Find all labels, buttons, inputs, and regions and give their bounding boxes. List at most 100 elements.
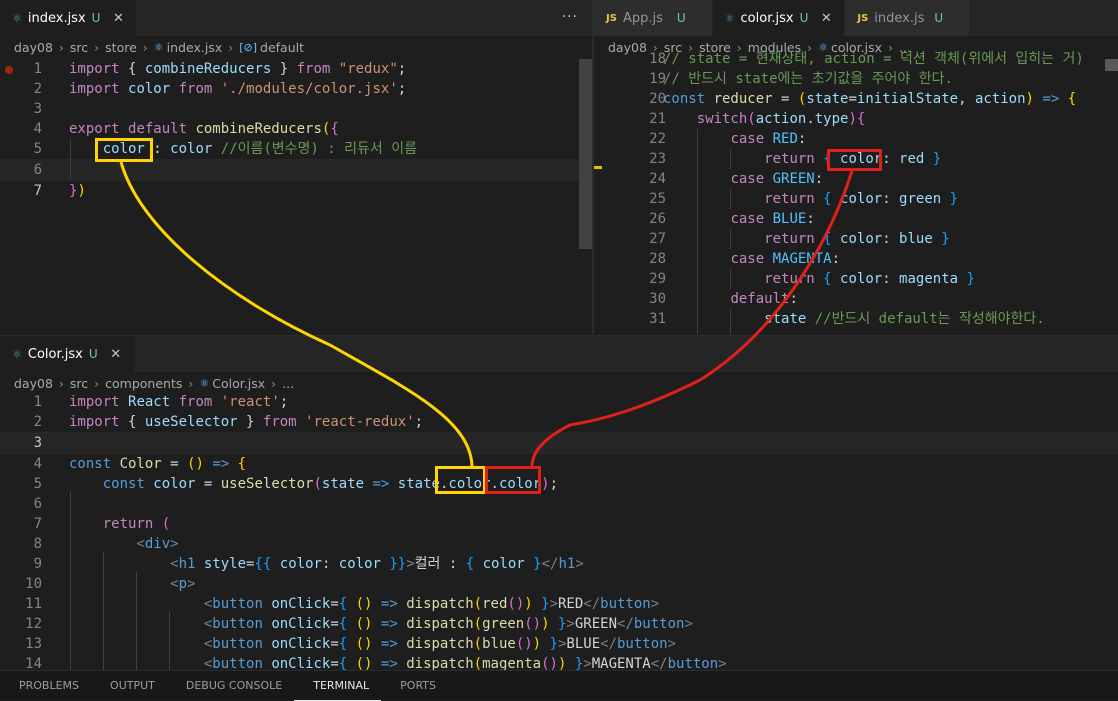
tab-bar-right: JS App.js U ⚛ color.jsx U ✕ JS index.js … — [594, 0, 1118, 36]
tab-ports[interactable]: PORTS — [381, 671, 448, 701]
code-token: } — [533, 556, 542, 572]
code-line[interactable]: 8 <div> — [0, 534, 1118, 554]
close-icon[interactable]: ✕ — [110, 11, 126, 26]
line-number: 3 — [33, 435, 42, 451]
breadcrumb-item[interactable]: ... — [282, 376, 294, 391]
tab-problems[interactable]: PROBLEMS — [0, 671, 91, 701]
line-number: 13 — [25, 636, 42, 652]
scrollbar[interactable] — [1105, 59, 1118, 71]
code-area[interactable]: 1 import { combineReducers } from "redux"… — [0, 59, 592, 201]
code-line[interactable]: 14 <button onClick={ () => dispatch(mage… — [0, 654, 1118, 671]
code-line[interactable]: 26 case BLUE: — [594, 209, 1118, 229]
code-line[interactable]: 5 const color = useSelector(state => sta… — [0, 474, 1118, 494]
code-text: case GREEN: — [663, 169, 823, 189]
code-line[interactable]: 21 switch(action.type){ — [594, 109, 1118, 129]
code-line[interactable]: 19// 반드시 state에는 초기값을 주어야 한다. — [594, 69, 1118, 89]
close-icon[interactable]: ✕ — [818, 11, 834, 26]
breadcrumb-item[interactable]: default — [260, 40, 304, 55]
code-token: { — [823, 191, 841, 207]
tab-color-jsx[interactable]: ⚛ color.jsx U ✕ — [712, 0, 846, 36]
breakpoint-icon[interactable] — [5, 66, 13, 74]
code-line[interactable]: 2 import color from './modules/color.jsx'… — [0, 79, 592, 99]
code-token: => — [212, 456, 230, 472]
code-token: case — [730, 251, 773, 267]
breadcrumb-item[interactable]: src — [70, 40, 88, 55]
split-divider[interactable] — [592, 0, 594, 334]
code-line[interactable]: 20 const reducer = (state=initialState, a… — [594, 89, 1118, 109]
breadcrumb-item[interactable]: day08 — [14, 376, 53, 391]
code-line[interactable]: 24 case GREEN: — [594, 169, 1118, 189]
breadcrumb-item[interactable]: components — [105, 376, 182, 391]
code-line[interactable]: 13 <button onClick={ () => dispatch(blue… — [0, 634, 1118, 654]
code-area[interactable]: 1 import React from 'react'; 2 import { use… — [0, 392, 1118, 671]
indent-guide — [70, 139, 71, 179]
code-line[interactable]: 6 — [0, 494, 1118, 514]
code-token: MAGENTA — [591, 656, 651, 671]
close-icon[interactable]: ✕ — [108, 347, 124, 362]
code-token: </ — [541, 556, 559, 572]
indent-guide — [136, 572, 137, 671]
tab-terminal[interactable]: TERMINAL — [294, 671, 382, 701]
tab-debug-console[interactable]: DEBUG CONSOLE — [167, 671, 294, 701]
line-number: 6 — [33, 496, 42, 512]
tab-app-js[interactable]: JS App.js U — [594, 0, 713, 36]
modified-badge: U — [934, 11, 944, 25]
code-line[interactable]: 10 <p> — [0, 574, 1118, 594]
modified-badge: U — [91, 11, 101, 25]
tab-Color-jsx[interactable]: ⚛ Color.jsx U ✕ — [0, 336, 135, 372]
code-line[interactable]: 29 return { color: magenta } — [594, 269, 1118, 289]
code-line[interactable]: 12 <button onClick={ () => dispatch(gree… — [0, 614, 1118, 634]
code-line[interactable]: 18// state = 현재상태, action = 덕션 객체(위에서 입히… — [594, 49, 1118, 69]
code-token: </ — [650, 656, 668, 671]
code-line[interactable]: 7}) — [0, 181, 592, 201]
breadcrumb: day08 › src › components › ⚛ Color.jsx › ... — [0, 372, 1118, 394]
code-line[interactable]: 4 const Color = () => { — [0, 454, 1118, 474]
code-line[interactable]: 31 state //반드시 default는 작성해야한다. — [594, 309, 1118, 329]
code-token: } — [541, 596, 550, 612]
code-line[interactable]: 25 return { color: green } — [594, 189, 1118, 209]
indent-guide — [169, 612, 170, 671]
code-token: : — [806, 211, 815, 227]
code-line[interactable]: 1 import { combineReducers } from "redux"… — [0, 59, 592, 79]
code-token: combineReducers — [195, 121, 322, 137]
code-line[interactable]: 30 default: — [594, 289, 1118, 309]
code-token: < — [170, 576, 179, 592]
code-line[interactable]: 11 <button onClick={ () => dispatch(red(… — [0, 594, 1118, 614]
breadcrumb-item[interactable]: store — [105, 40, 137, 55]
code-line[interactable]: 5 color : color //이름(변수명) : 리듀서 이름 — [0, 139, 592, 159]
modified-badge: U — [88, 347, 98, 361]
code-line[interactable]: 9 <h1 style={{ color: color }}>컬러 : { co… — [0, 554, 1118, 574]
code-token: () — [541, 656, 558, 671]
code-line[interactable]: 2 import { useSelector } from 'react-redu… — [0, 412, 1118, 432]
tab-output[interactable]: OUTPUT — [91, 671, 167, 701]
tab-spacer — [970, 0, 1118, 36]
code-area[interactable]: 18// state = 현재상태, action = 덕션 객체(위에서 입히… — [594, 49, 1118, 329]
code-line[interactable]: 6 — [0, 159, 592, 181]
code-token: () — [355, 636, 373, 652]
tab-index-js[interactable]: JS index.js U — [845, 0, 971, 36]
code-line[interactable]: 4 export default combineReducers({ — [0, 119, 592, 139]
code-token: } — [237, 414, 263, 430]
more-actions-icon[interactable]: ··· — [562, 9, 578, 25]
scrollbar[interactable] — [579, 59, 592, 249]
code-line[interactable]: 22 case RED: — [594, 129, 1118, 149]
code-line[interactable]: 7 return ( — [0, 514, 1118, 534]
breadcrumb-item[interactable]: Color.jsx — [212, 376, 265, 391]
chevron-right-icon: › — [188, 375, 194, 391]
breadcrumb-item[interactable]: src — [70, 376, 88, 391]
breadcrumb-item[interactable]: index.jsx — [167, 40, 223, 55]
tab-index-jsx[interactable]: ⚛ index.jsx U ✕ — [0, 0, 138, 36]
code-line[interactable]: 27 return { color: blue } — [594, 229, 1118, 249]
code-line[interactable]: 3 — [0, 99, 592, 119]
code-token: magenta — [482, 656, 542, 671]
code-line[interactable]: 28 case MAGENTA: — [594, 249, 1118, 269]
code-line[interactable]: 1 import React from 'react'; — [0, 392, 1118, 412]
breadcrumb-item[interactable]: day08 — [14, 40, 53, 55]
code-token: blue — [482, 636, 516, 652]
code-text: return { color: blue } — [663, 229, 949, 249]
code-text: // 반드시 state에는 초기값을 주어야 한다. — [663, 69, 953, 89]
code-line[interactable]: 3 — [0, 432, 1118, 454]
